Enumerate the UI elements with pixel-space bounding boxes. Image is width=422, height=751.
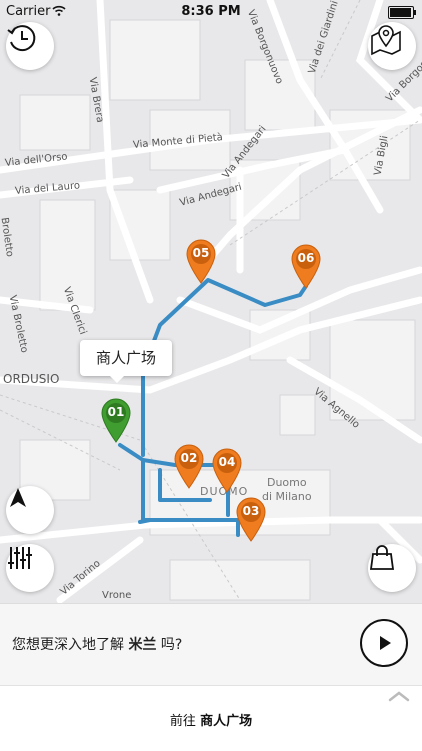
prompt-city: 米兰 [128, 637, 157, 653]
clock-history-icon [7, 25, 36, 52]
map-pin-icon [174, 444, 204, 489]
map-pin-icon [212, 448, 242, 493]
status-time: 8:36 PM [181, 4, 241, 19]
street-label: Vrone [102, 590, 132, 601]
map-pin-icon [186, 239, 216, 284]
navigate-prefix: 前往 [169, 714, 201, 729]
shopping-bag-icon [369, 545, 395, 570]
play-button[interactable] [360, 619, 408, 667]
prompt-text: 您想更深入地了解 米兰 吗? [12, 634, 182, 654]
chevron-up-icon[interactable] [388, 690, 410, 702]
tour-map-button[interactable] [368, 22, 416, 70]
status-bar: Carrier 8:36 PM [0, 0, 422, 22]
prompt-before: 您想更深入地了解 [12, 637, 129, 653]
pin-number: 04 [218, 455, 236, 469]
map-pin-icon [236, 497, 266, 542]
pin-number: 03 [242, 504, 260, 518]
prompt-after: 吗? [156, 637, 183, 653]
prompt-panel: 您想更深入地了解 米兰 吗? [0, 603, 422, 686]
pin-number: 02 [180, 451, 198, 465]
navigate-label: 前往 商人广场 [0, 710, 422, 729]
duomo-label: Duomo di Milano [262, 476, 312, 503]
area-label: ORDUSIO [3, 372, 60, 386]
map-view[interactable]: Via Brera Via Borgonuovo Via dei Giardin… [0, 0, 422, 603]
filters-button[interactable] [6, 544, 54, 592]
navigate-bar[interactable]: 前往 商人广场 [0, 685, 422, 751]
pin-06[interactable]: 06 [289, 243, 323, 289]
pin-05[interactable]: 05 [184, 238, 218, 284]
location-arrow-icon [10, 488, 26, 507]
sliders-icon [8, 547, 32, 569]
destination-callout[interactable]: 商人广场 [80, 340, 173, 383]
map-pin-icon [101, 398, 131, 443]
map-canvas [0, 0, 422, 603]
map-pin-icon [291, 244, 321, 289]
pin-number: 01 [107, 405, 125, 419]
pin-number: 06 [297, 251, 315, 265]
history-button[interactable] [6, 22, 54, 70]
pin-02[interactable]: 02 [172, 443, 206, 489]
pin-number: 05 [192, 246, 210, 260]
map-pin-icon [371, 25, 401, 56]
pin-01[interactable]: 01 [99, 397, 133, 443]
navigate-destination: 商人广场 [200, 714, 253, 729]
pin-04[interactable]: 04 [210, 447, 244, 493]
battery-fill [390, 8, 411, 17]
locate-button[interactable] [6, 486, 54, 534]
shop-button[interactable] [368, 544, 416, 592]
play-icon [380, 636, 391, 650]
pin-03[interactable]: 03 [234, 496, 268, 542]
battery-icon [388, 6, 416, 19]
